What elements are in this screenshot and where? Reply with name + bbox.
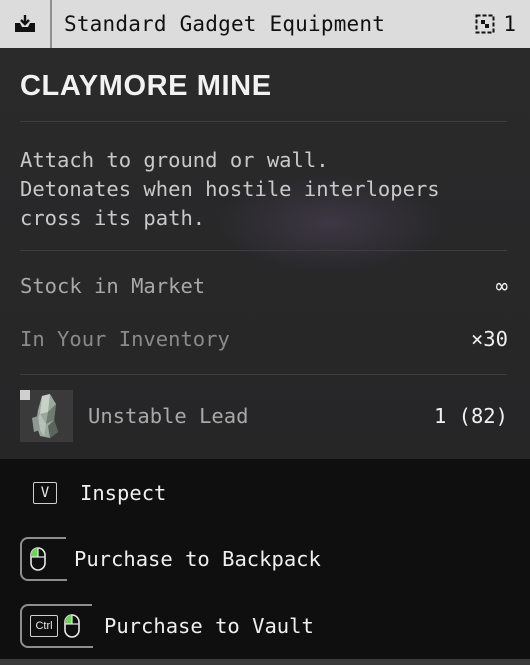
cost-value: 1 (82) bbox=[433, 404, 508, 428]
inspect-label: Inspect bbox=[80, 481, 167, 505]
download-tray-icon bbox=[15, 15, 35, 32]
item-name: CLAYMORE MINE bbox=[20, 70, 272, 102]
mouse-left-click-icon bbox=[30, 547, 46, 571]
divider bbox=[20, 250, 507, 251]
stat-value: ∞ bbox=[495, 274, 508, 298]
category-title: Standard Gadget Equipment bbox=[64, 12, 386, 36]
stat-label: In Your Inventory bbox=[20, 327, 230, 351]
cost-item-name: Unstable Lead bbox=[88, 404, 249, 428]
cost-row: Unstable Lead 1 (82) bbox=[20, 390, 508, 442]
stat-in-your-inventory: In Your Inventory ×30 bbox=[20, 327, 508, 351]
ctrl-key-icon: Ctrl bbox=[30, 615, 58, 637]
crystal-ore-icon bbox=[20, 390, 73, 442]
purchase-to-backpack-label: Purchase to Backpack bbox=[74, 547, 321, 571]
action-prompts: V Inspect Purchase to Backpack Ctrl Purc… bbox=[0, 459, 530, 665]
stack-count-value: 1 bbox=[503, 12, 516, 36]
inspect-action[interactable]: V Inspect bbox=[33, 481, 166, 505]
key-v-icon: V bbox=[33, 482, 57, 504]
stack-count: 1 bbox=[475, 12, 530, 36]
bottom-edge bbox=[0, 659, 530, 665]
purchase-to-backpack-action[interactable]: Purchase to Backpack bbox=[20, 537, 321, 581]
ctrl-mouse-key-frame: Ctrl bbox=[20, 604, 93, 648]
purchase-to-vault-action[interactable]: Ctrl Purchase to Vault bbox=[20, 604, 314, 648]
category-icon-box bbox=[0, 0, 52, 48]
divider bbox=[20, 374, 507, 375]
stat-label: Stock in Market bbox=[20, 274, 206, 298]
mouse-key-frame bbox=[20, 537, 67, 581]
divider bbox=[20, 121, 507, 122]
purchase-to-vault-label: Purchase to Vault bbox=[104, 614, 314, 638]
mouse-left-click-icon bbox=[64, 614, 80, 638]
item-detail-card: CLAYMORE MINE Attach to ground or wall. … bbox=[0, 48, 530, 459]
stat-value: ×30 bbox=[470, 327, 508, 351]
item-description: Attach to ground or wall. Detonates when… bbox=[20, 148, 440, 230]
grid-stack-icon bbox=[475, 14, 495, 34]
category-header: Standard Gadget Equipment 1 bbox=[0, 0, 530, 48]
stat-stock-in-market: Stock in Market ∞ bbox=[20, 274, 508, 298]
